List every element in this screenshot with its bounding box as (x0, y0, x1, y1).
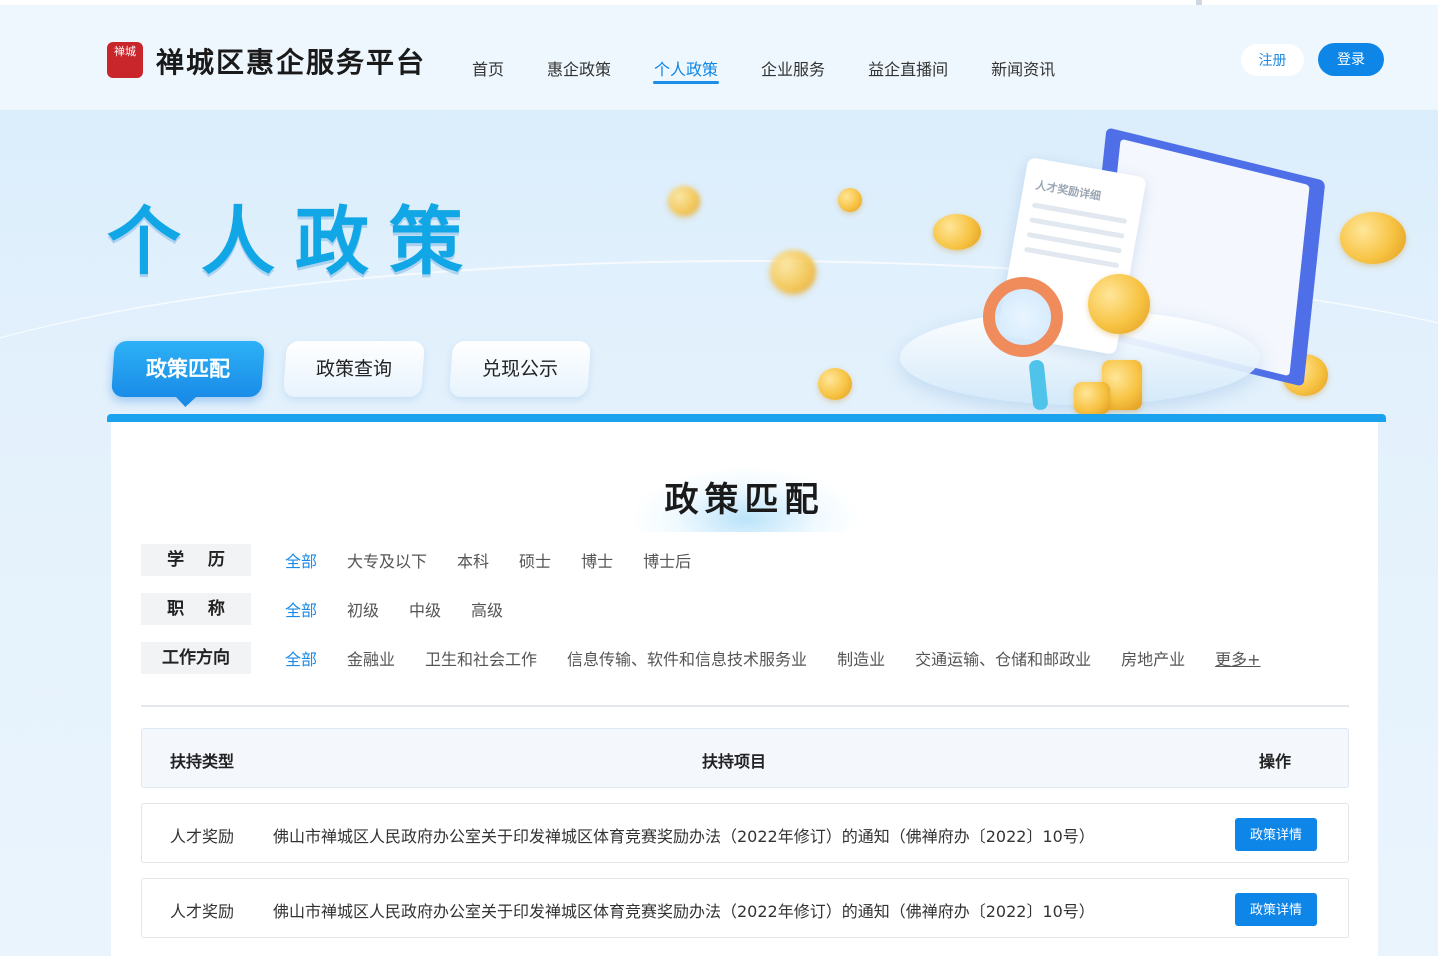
filter-options: 全部 大专及以下 本科 硕士 博士 博士后 (285, 548, 721, 572)
filter-option[interactable]: 信息传输、软件和信息技术服务业 (567, 646, 807, 670)
logo-seal-icon[interactable]: 禅城 (107, 42, 143, 78)
column-header-item: 扶持项目 (702, 752, 767, 771)
support-type: 人才奖励 (170, 827, 235, 846)
filter-option[interactable]: 房地产业 (1121, 646, 1185, 670)
filter-option[interactable]: 制造业 (837, 646, 885, 670)
more-link[interactable]: 更多+ (1215, 646, 1260, 670)
filter-label: 职 称 (141, 593, 251, 625)
login-button[interactable]: 登录 (1318, 43, 1384, 76)
filter-option[interactable]: 高级 (471, 597, 503, 621)
filter-option[interactable]: 金融业 (347, 646, 395, 670)
filter-options: 全部 初级 中级 高级 (285, 597, 533, 621)
nav-enterprise-service[interactable]: 企业服务 (761, 56, 825, 84)
nav-home[interactable]: 首页 (472, 56, 504, 84)
filter-option[interactable]: 中级 (409, 597, 441, 621)
main-nav: 首页 惠企政策 个人政策 企业服务 益企直播间 新闻资讯 (472, 56, 1098, 84)
tab-policy-match[interactable]: 政策匹配 (111, 341, 265, 397)
coin-icon (838, 188, 862, 212)
magnifier-icon (983, 277, 1063, 357)
filter-education: 学 历 全部 大专及以下 本科 硕士 博士 博士后 (141, 544, 721, 576)
table-row: 人才奖励 佛山市禅城区人民政府办公室关于印发禅城区体育竞赛奖励办法（2022年修… (141, 803, 1349, 863)
nav-news[interactable]: 新闻资讯 (991, 56, 1055, 84)
filter-label: 工作方向 (141, 642, 251, 674)
yuan-coin-icon (1088, 274, 1150, 334)
filter-option[interactable]: 博士后 (643, 548, 691, 572)
support-type: 人才奖励 (170, 902, 235, 921)
coin-stack-icon (1074, 382, 1110, 414)
tab-underline-bar (107, 414, 1386, 422)
filter-label: 学 历 (141, 544, 251, 576)
filter-title-level: 职 称 全部 初级 中级 高级 (141, 593, 533, 625)
nav-personal-policy[interactable]: 个人政策 (653, 56, 720, 84)
filter-option[interactable]: 全部 (285, 548, 317, 572)
filter-option[interactable]: 全部 (285, 597, 317, 621)
filter-option[interactable]: 卫生和社会工作 (425, 646, 537, 670)
nav-enterprise-policy[interactable]: 惠企政策 (547, 56, 611, 84)
nav-live-room[interactable]: 益企直播间 (868, 56, 948, 84)
policy-match-panel: 政策匹配 学 历 全部 大专及以下 本科 硕士 博士 博士后 职 称 全部 初级… (111, 422, 1378, 956)
policy-detail-button[interactable]: 政策详情 (1235, 893, 1317, 926)
site-header: 禅城 禅城区惠企服务平台 首页 惠企政策 个人政策 企业服务 益企直播间 新闻资… (0, 5, 1438, 110)
policy-detail-button[interactable]: 政策详情 (1235, 818, 1317, 851)
table-row: 人才奖励 佛山市禅城区人民政府办公室关于印发禅城区体育竞赛奖励办法（2022年修… (141, 878, 1349, 938)
coin-icon (668, 186, 700, 216)
column-header-type: 扶持类型 (170, 752, 235, 771)
coin-icon (1340, 212, 1406, 264)
tab-policy-query[interactable]: 政策查询 (283, 341, 425, 397)
filter-option[interactable]: 本科 (457, 548, 489, 572)
table-header: 扶持类型 扶持项目 操作 (141, 728, 1349, 788)
filter-option[interactable]: 硕士 (519, 548, 551, 572)
site-title[interactable]: 禅城区惠企服务平台 (156, 41, 426, 81)
column-header-action: 操作 (1259, 752, 1292, 771)
hero-title: 个人政策 (107, 199, 483, 285)
section-title: 政策匹配 (664, 480, 825, 520)
coin-icon (770, 250, 816, 294)
tab-redemption-notice[interactable]: 兑现公示 (449, 341, 591, 397)
support-item-link[interactable]: 佛山市禅城区人民政府办公室关于印发禅城区体育竞赛奖励办法（2022年修订）的通知… (273, 823, 1095, 847)
register-button[interactable]: 注册 (1241, 44, 1304, 76)
filter-option[interactable]: 全部 (285, 646, 317, 670)
filter-option[interactable]: 交通运输、仓储和邮政业 (915, 646, 1091, 670)
coin-icon (818, 368, 852, 400)
divider (141, 705, 1349, 707)
filter-options: 全部 金融业 卫生和社会工作 信息传输、软件和信息技术服务业 制造业 交通运输、… (285, 646, 1291, 670)
filter-work-direction: 工作方向 全部 金融业 卫生和社会工作 信息传输、软件和信息技术服务业 制造业 … (141, 642, 1291, 674)
filter-option[interactable]: 大专及以下 (347, 548, 427, 572)
coin-icon (933, 214, 981, 250)
filter-option[interactable]: 博士 (581, 548, 613, 572)
filter-option[interactable]: 初级 (347, 597, 379, 621)
support-item-link[interactable]: 佛山市禅城区人民政府办公室关于印发禅城区体育竞赛奖励办法（2022年修订）的通知… (273, 898, 1095, 922)
